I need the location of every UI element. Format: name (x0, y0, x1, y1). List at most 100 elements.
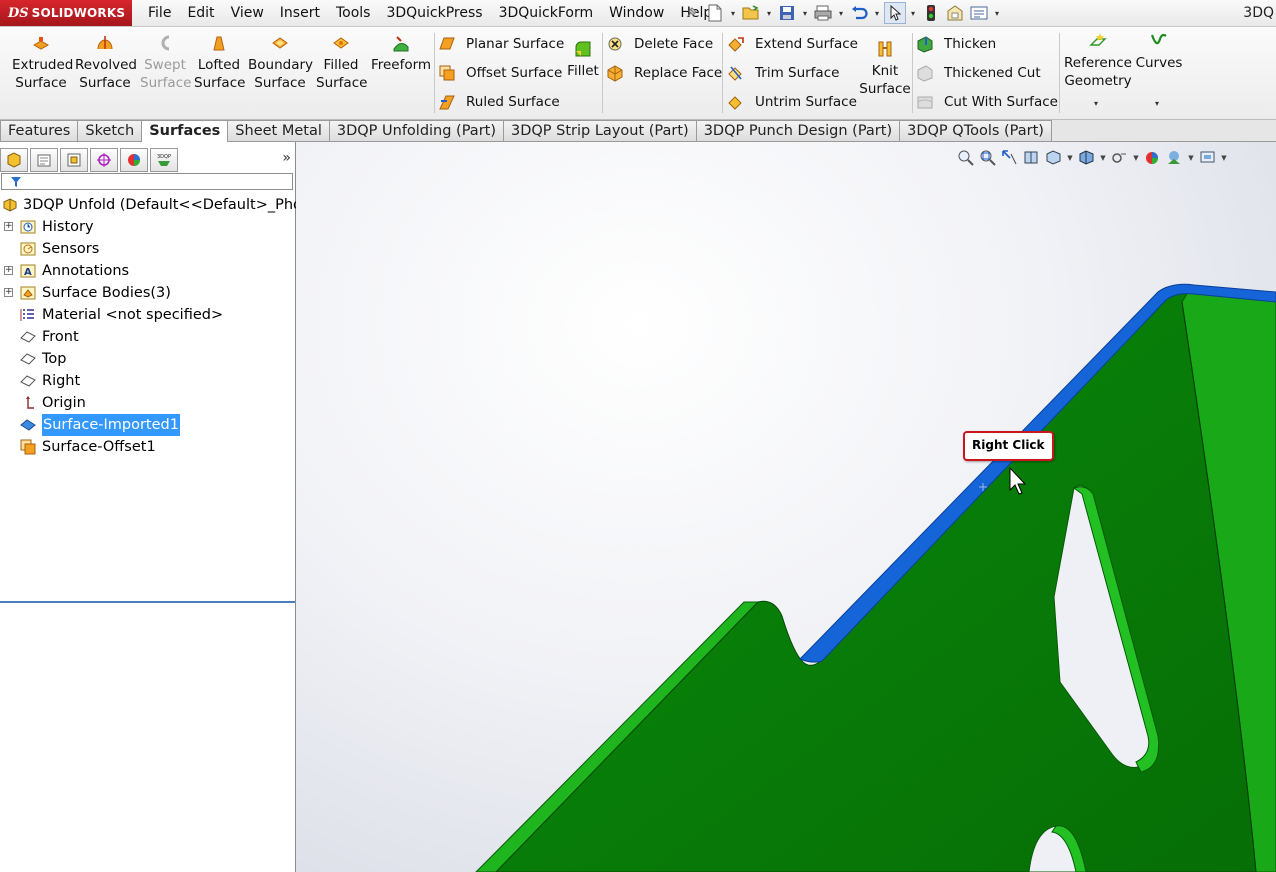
open-icon[interactable] (740, 2, 762, 24)
tab-sketch[interactable]: Sketch (77, 120, 143, 141)
tree-item-annotations[interactable]: + A Annotations (0, 260, 295, 282)
select-dropdown-arrow[interactable]: ▾ (908, 2, 918, 24)
tab-3dqp-qtools[interactable]: 3DQP QTools (Part) (899, 120, 1052, 141)
tree-item-origin[interactable]: Origin (0, 392, 295, 414)
tree-item-label: History (42, 219, 94, 235)
extend-surface-button[interactable]: Extend Surface (727, 35, 858, 53)
curves-dropdown-arrow[interactable]: ▾ (1155, 99, 1159, 108)
trim-surface-button[interactable]: Trim Surface (727, 64, 839, 82)
swept-surface-icon (161, 35, 170, 51)
menu-view[interactable]: View (223, 5, 272, 21)
tree-item-right-plane[interactable]: Right (0, 370, 295, 392)
model-geometry (475, 283, 1276, 872)
featuremanager-tab-icon[interactable] (0, 148, 28, 172)
open-dropdown-arrow[interactable]: ▾ (764, 2, 774, 24)
untrim-surface-label: Untrim Surface (755, 94, 857, 110)
tree-root-part[interactable]: 3DQP Unfold (Default<<Default>_Photo (0, 194, 316, 216)
3dqp-tab-icon[interactable]: 3DQP (150, 148, 178, 172)
solidworks-logo[interactable]: DS SOLIDWORKS (0, 0, 132, 26)
revolved-surface-line1: Revolved (75, 57, 137, 73)
tab-sheet-metal[interactable]: Sheet Metal (227, 120, 330, 141)
tree-item-front-plane[interactable]: Front (0, 326, 295, 348)
dimxpert-tab-icon[interactable] (90, 148, 118, 172)
separator (722, 33, 723, 113)
reference-geometry-button[interactable]: Reference Geometry (1064, 31, 1132, 90)
rebuild-icon[interactable] (920, 2, 942, 24)
menu-3dquickpress[interactable]: 3DQuickPress (378, 5, 490, 21)
graphics-viewport[interactable]: ▼ ▼ ▼ ▼ ▼ Right Click (296, 142, 1276, 872)
select-icon[interactable] (884, 2, 906, 24)
displaymanager-tab-icon[interactable] (120, 148, 148, 172)
reference-geometry-dropdown-arrow[interactable]: ▾ (1094, 99, 1098, 108)
curves-button[interactable]: Curves (1134, 31, 1184, 72)
new-dropdown-arrow[interactable]: ▾ (728, 2, 738, 24)
extruded-surface-button[interactable]: Extruded Surface (12, 33, 74, 92)
cut-with-surface-label: Cut With Surface (944, 94, 1058, 110)
knit-surface-line2: Surface (859, 81, 911, 97)
knit-surface-button[interactable]: Knit Surface (858, 39, 912, 98)
propertymanager-tab-icon[interactable] (30, 148, 58, 172)
undo-icon[interactable] (848, 2, 870, 24)
tree-item-sensors[interactable]: Sensors (0, 238, 295, 260)
boundary-surface-button[interactable]: Boundary Surface (248, 33, 313, 92)
options-dropdown-arrow[interactable]: ▾ (992, 2, 1002, 24)
options-icon[interactable] (968, 2, 990, 24)
expand-icon[interactable]: + (4, 222, 13, 231)
panel-expand-chevron-icon[interactable]: » (282, 150, 291, 166)
extruded-surface-line1: Extruded (12, 57, 74, 73)
menu-3dquickform[interactable]: 3DQuickForm (491, 5, 602, 21)
trim-surface-icon (728, 66, 742, 81)
configurationmanager-tab-icon[interactable] (60, 148, 88, 172)
thicken-button[interactable]: Thicken (916, 35, 996, 53)
menu-window[interactable]: Window (601, 5, 672, 21)
save-icon[interactable] (776, 2, 798, 24)
swept-surface-button[interactable]: Swept Surface (140, 33, 191, 92)
untrim-surface-button[interactable]: Untrim Surface (727, 93, 857, 111)
ruled-surface-button[interactable]: Ruled Surface (438, 93, 560, 111)
thickened-cut-button[interactable]: Thickened Cut (916, 64, 1041, 82)
tab-features[interactable]: Features (0, 120, 79, 141)
filled-surface-button[interactable]: Filled Surface (316, 33, 367, 92)
tab-surfaces[interactable]: Surfaces (141, 120, 229, 142)
tree-filter-field[interactable] (1, 173, 293, 190)
save-dropdown-arrow[interactable]: ▾ (800, 2, 810, 24)
tree-rollback-bar[interactable] (0, 601, 295, 603)
undo-dropdown-arrow[interactable]: ▾ (872, 2, 882, 24)
extruded-surface-line2: Surface (15, 75, 67, 91)
menu-insert[interactable]: Insert (272, 5, 328, 21)
file-properties-icon[interactable] (944, 2, 966, 24)
tree-item-material[interactable]: Material <not specified> (0, 304, 295, 326)
menu-file[interactable]: File (140, 5, 179, 21)
offset-surface-button[interactable]: Offset Surface (438, 64, 562, 82)
new-document-icon[interactable] (704, 2, 726, 24)
replace-face-button[interactable]: Replace Face (606, 64, 722, 82)
pin-icon[interactable] (680, 2, 702, 24)
tree-item-surface-bodies[interactable]: + Surface Bodies(3) (0, 282, 295, 304)
replace-face-label: Replace Face (634, 65, 723, 81)
planar-surface-icon (439, 37, 455, 50)
cut-with-surface-button[interactable]: Cut With Surface (916, 93, 1058, 111)
print-icon[interactable] (812, 2, 834, 24)
tree-item-surface-imported1[interactable]: Surface-Imported1 (0, 413, 295, 437)
menu-edit[interactable]: Edit (179, 5, 222, 21)
tab-3dqp-strip-layout[interactable]: 3DQP Strip Layout (Part) (503, 120, 697, 141)
tree-item-top-plane[interactable]: Top (0, 348, 295, 370)
delete-face-button[interactable]: Delete Face (606, 35, 713, 53)
fillet-button[interactable]: Fillet (566, 39, 600, 80)
expand-icon[interactable]: + (4, 288, 13, 297)
planar-surface-button[interactable]: Planar Surface (438, 35, 564, 53)
tab-3dqp-unfolding[interactable]: 3DQP Unfolding (Part) (328, 120, 504, 141)
ruled-surface-icon (439, 95, 455, 110)
menu-tools[interactable]: Tools (328, 5, 379, 21)
material-icon (20, 309, 34, 321)
print-dropdown-arrow[interactable]: ▾ (836, 2, 846, 24)
offset-surface-icon (439, 65, 455, 81)
tree-item-history[interactable]: + History (0, 216, 295, 238)
lofted-surface-button[interactable]: Lofted Surface (194, 33, 245, 92)
app-name: SOLIDWORKS (31, 6, 126, 20)
tree-item-surface-offset1[interactable]: Surface-Offset1 (0, 436, 295, 458)
freeform-button[interactable]: Freeform (370, 33, 432, 74)
revolved-surface-button[interactable]: Revolved Surface (75, 33, 137, 92)
expand-icon[interactable]: + (4, 266, 13, 275)
tab-3dqp-punch-design[interactable]: 3DQP Punch Design (Part) (695, 120, 901, 141)
